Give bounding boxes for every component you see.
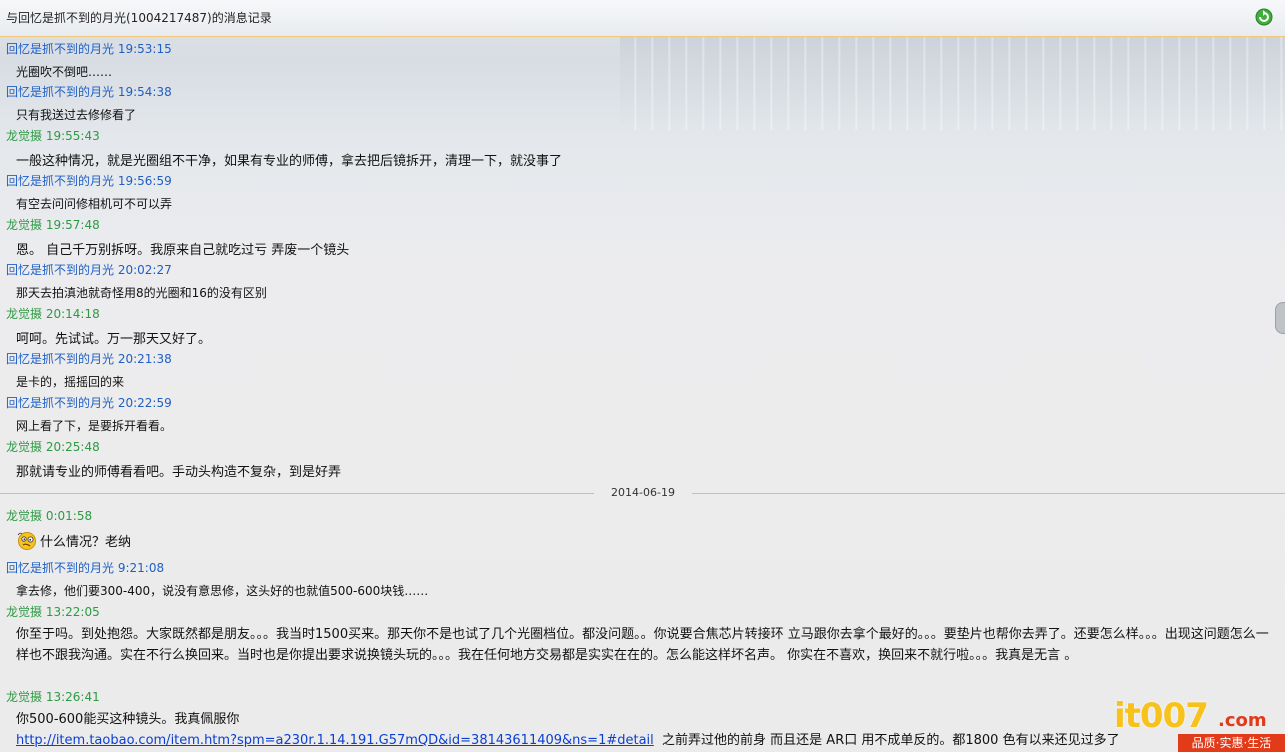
message-header: 龙觉摄 0:01:58 (6, 509, 93, 523)
message-header: 龙觉摄 13:26:41 (6, 690, 100, 704)
confused-face-icon (17, 532, 36, 550)
refresh-icon[interactable] (1255, 8, 1273, 26)
watermark-logo: it007 .com 品质·实惠·生活 (1108, 688, 1285, 752)
message-text: 一般这种情况，就是光圈组不干净，如果有专业的师傅，拿去把后镜拆开，清理一下，就没… (16, 154, 563, 169)
message-header: 龙觉摄 19:57:48 (6, 218, 100, 232)
message-text: 那就请专业的师傅看看吧。手动头构造不复杂，到是好弄 (16, 465, 342, 480)
window-title: 与回忆是抓不到的月光(1004217487)的消息记录 (6, 11, 272, 25)
message-text: 呵呵。先试试。万一那天又好了。 (16, 332, 212, 347)
watermark-slogan: 品质·实惠·生活 (1178, 734, 1285, 752)
message-text: 你至于吗。到处抱怨。大家既然都是朋友。。。我当时1500买来。那天你不是也试了几… (16, 627, 1269, 663)
scrollbar-thumb[interactable] (1275, 302, 1285, 334)
message-header: 回忆是抓不到的月光 19:53:15 (6, 42, 172, 56)
title-bar: 与回忆是抓不到的月光(1004217487)的消息记录 (0, 0, 1285, 37)
watermark-logo-text: it007 (1114, 696, 1209, 736)
message-header: 龙觉摄 20:25:48 (6, 440, 100, 454)
message-history[interactable]: 回忆是抓不到的月光 19:53:15 光圈吹不倒吧…… 回忆是抓不到的月光 19… (0, 37, 1285, 752)
message-text: 那天去拍滇池就奇怪用8的光圈和16的没有区别 (16, 286, 267, 300)
message-header: 回忆是抓不到的月光 20:21:38 (6, 352, 172, 366)
message-text: 拿去修，他们要300-400，说没有意思修，这头好的也就值500-600块钱…… (16, 584, 429, 598)
date-label: 2014-06-19 (611, 486, 675, 499)
message-header: 回忆是抓不到的月光 20:02:27 (6, 263, 172, 277)
message-header: 回忆是抓不到的月光 20:22:59 (6, 396, 172, 410)
message-header: 龙觉摄 19:55:43 (6, 129, 100, 143)
watermark-domain: .com (1218, 710, 1267, 731)
message-header: 回忆是抓不到的月光 9:21:08 (6, 561, 165, 575)
taobao-link[interactable]: http://item.taobao.com/item.htm?spm=a230… (16, 733, 654, 748)
message-text: 只有我送过去修修看了 (16, 108, 137, 122)
message-text: 有空去问问修相机可不可以弄 (16, 197, 173, 211)
message-header: 龙觉摄 20:14:18 (6, 307, 100, 321)
message-text: 网上看了下，是要拆开看看。 (16, 419, 173, 433)
message-text: 你500-600能买这种镜头。我真佩服你 http://item.taobao.… (16, 712, 1120, 748)
message-header: 回忆是抓不到的月光 19:56:59 (6, 174, 172, 188)
message-text: 什么情况？老纳 (16, 531, 131, 551)
date-divider: 2014-06-19 (0, 486, 1285, 500)
message-text: 是卡的，摇摇回的来 (16, 375, 125, 389)
message-text: 恩。 自己千万别拆呀。我原来自己就吃过亏 弄废一个镜头 (16, 243, 350, 258)
message-header: 回忆是抓不到的月光 19:54:38 (6, 85, 172, 99)
message-text: 光圈吹不倒吧…… (16, 65, 113, 79)
message-header: 龙觉摄 13:22:05 (6, 605, 100, 619)
